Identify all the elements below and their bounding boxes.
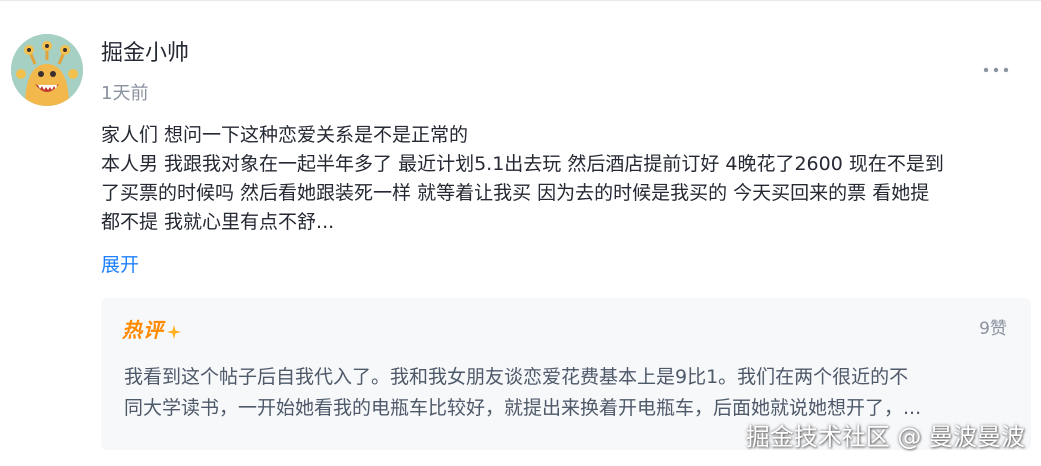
post-content-line: 都不提 我就心里有点不舒... [101, 211, 335, 233]
post-content-line: 了买票的时候吗 然后看她跟装死一样 就等着让我买 因为去的时候是我买的 今天买回… [101, 182, 930, 204]
hot-comment-badge-label: 热评 [122, 318, 164, 342]
post-item: 掘金小帅 1天前 家人们 想问一下这种恋爱关系是不是正常的 本人男 我跟我对象在… [0, 0, 1041, 466]
post-content: 家人们 想问一下这种恋爱关系是不是正常的 本人男 我跟我对象在一起半年多了 最近… [101, 121, 1033, 237]
more-options-button[interactable] [976, 58, 1016, 82]
expand-link[interactable]: 展开 [101, 251, 139, 279]
post-content-line: 家人们 想问一下这种恋爱关系是不是正常的 [101, 124, 469, 146]
sparkle-icon [167, 325, 181, 339]
author-name[interactable]: 掘金小帅 [101, 38, 189, 70]
avatar[interactable] [11, 34, 83, 106]
hot-comment-badge: 热评 [122, 317, 182, 343]
more-horizontal-icon [983, 67, 1009, 73]
monster-avatar-icon [11, 34, 83, 106]
post-content-line: 本人男 我跟我对象在一起半年多了 最近计划5.1出去玩 然后酒店提前订好 4晚花… [101, 153, 944, 175]
like-count[interactable]: 9赞 [979, 316, 1007, 342]
hot-comment-line: 我看到这个帖子后自我代入了。我和我女朋友谈恋爱花费基本上是9比1。我们在两个很近… [124, 366, 909, 388]
hot-comment-text: 我看到这个帖子后自我代入了。我和我女朋友谈恋爱花费基本上是9比1。我们在两个很近… [124, 362, 1014, 424]
watermark: 掘金技术社区 @ 曼波曼波 [745, 423, 1025, 451]
post-time: 1天前 [101, 83, 149, 104]
